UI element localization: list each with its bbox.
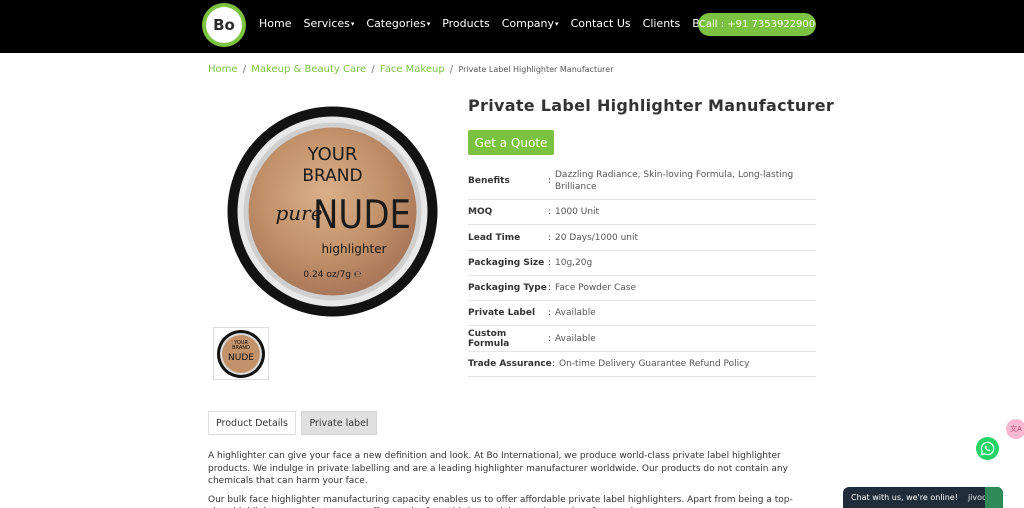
spec-value: Dazzling Radiance, Skin-loving Formula, … (555, 169, 794, 192)
translate-icon: 文A (1010, 426, 1022, 433)
spec-row: Private Label: Available (468, 301, 816, 326)
spec-colon: : (548, 232, 552, 243)
nav-item-products[interactable]: Products (442, 17, 490, 30)
spec-value: 20 Days/1000 unit (555, 232, 639, 243)
spec-value: Available (555, 333, 596, 344)
nav-item-categories[interactable]: Categories▾ (366, 17, 430, 30)
image-text-nude: NUDE (313, 192, 411, 238)
leaf-icon (216, 6, 232, 13)
spec-row: Trade Assurance: On-time Delivery Guarant… (468, 352, 816, 377)
product-thumbnail[interactable]: YOUR BRAND NUDE (213, 327, 269, 380)
nav-menu: Home Services▾ Categories▾ Products Company▾… (259, 17, 739, 30)
spec-value: Available (555, 308, 596, 318)
whatsapp-icon (980, 441, 995, 456)
chat-widget[interactable]: Chat with us, we're online! jivochat (843, 487, 1003, 508)
spec-colon: : (548, 258, 552, 268)
image-text-your: YOUR (307, 144, 358, 165)
spec-row: Custom Formula: Available (468, 326, 816, 352)
spec-label: Lead Time (468, 232, 521, 243)
nav-item-services[interactable]: Services▾ (303, 17, 354, 30)
breadcrumb-separator: / (449, 64, 454, 75)
tab-product-details[interactable]: Product Details (208, 411, 296, 435)
spec-row: Packaging Type: Face Powder Case (468, 276, 816, 301)
breadcrumb-current: Private Label Highlighter Manufacturer (458, 65, 614, 74)
thumb-text-nude: NUDE (228, 353, 254, 363)
product-image[interactable]: YOUR BRAND pure NUDE highlighter 0.24 oz… (226, 105, 439, 318)
description-paragraph: A highlighter can give your face a new d… (208, 451, 788, 486)
nav-item-label: Products (442, 17, 490, 30)
thumb-text-brand: BRAND (232, 345, 250, 351)
chat-status-indicator (985, 487, 1003, 508)
spec-colon: : (548, 333, 552, 344)
nav-item-label: Categories (366, 17, 426, 30)
spec-row: Packaging Size:10g,20g (468, 251, 816, 276)
caret-down-icon: ▾ (555, 20, 559, 28)
spec-colon: : (552, 359, 556, 369)
spec-label: Benefits (468, 175, 510, 186)
site-logo[interactable]: Bo (202, 3, 246, 47)
nav-item-home[interactable]: Home (259, 17, 291, 30)
spec-label: Custom Formula (468, 328, 510, 349)
spec-colon: : (548, 207, 552, 217)
nav-item-clients[interactable]: Clients (643, 17, 681, 30)
spec-value: 10g,20g (555, 258, 593, 268)
spec-label: Packaging Size (468, 258, 545, 268)
spec-row: Benefits: Dazzling Radiance, Skin-loving … (468, 162, 816, 200)
top-navbar: Bo Home Services▾ Categories▾ Products Compa… (0, 0, 1024, 53)
product-description: A highlighter can give your face a new d… (208, 450, 814, 508)
nav-item-label: Clients (642, 17, 681, 30)
nav-item-label: Home (259, 17, 292, 30)
image-text-weight: 0.24 oz/7g ℮ (303, 270, 361, 280)
translate-widget[interactable]: 文A (1006, 419, 1024, 439)
chat-label: Chat with us, we're online! (851, 493, 958, 502)
image-text-highlighter: highlighter (321, 242, 386, 256)
spec-label: Packaging Type (468, 283, 547, 293)
nav-item-contact-us[interactable]: Contact Us (571, 17, 631, 30)
breadcrumb-separator: / (371, 64, 375, 75)
spec-label: Trade Assurance (468, 359, 552, 369)
specs-table: Benefits: Dazzling Radiance, Skin-loving … (468, 162, 816, 377)
get-quote-button[interactable]: Get a Quote (468, 130, 554, 155)
nav-item-label: Services (303, 17, 350, 30)
tab-private-label[interactable]: Private label (301, 411, 377, 435)
spec-label: Private Label (468, 308, 536, 318)
breadcrumb-category[interactable]: Makeup & Beauty Care (251, 64, 366, 75)
nav-item-label: Contact Us (570, 17, 631, 30)
breadcrumb-subcategory[interactable]: Face Makeup (380, 64, 445, 75)
spec-label: MOQ (468, 207, 493, 217)
caret-down-icon: ▾ (426, 20, 431, 28)
spec-colon: : (548, 175, 552, 186)
whatsapp-button[interactable] (976, 437, 999, 460)
nav-item-company[interactable]: Company▾ (502, 17, 559, 30)
caret-down-icon: ▾ (350, 20, 355, 28)
call-button[interactable]: Call : +91 7353922900 (698, 13, 816, 36)
breadcrumb-home[interactable]: Home (208, 64, 238, 75)
thumbnail-image: YOUR BRAND NUDE (217, 329, 265, 378)
page-title: Private Label Highlighter Manufacturer (468, 96, 835, 115)
spec-value: Face Powder Case (555, 283, 637, 293)
breadcrumb: Home / Makeup & Beauty Care / Face Makeu… (208, 64, 613, 75)
spec-colon: : (548, 283, 552, 293)
spec-value: On-time Delivery Guarantee Refund Policy (559, 359, 750, 369)
spec-value: 1000 Unit (555, 207, 600, 217)
spec-row: Lead Time:20 Days/1000 unit (468, 225, 816, 251)
description-paragraph: Our bulk face highlighter manufacturing … (208, 494, 793, 508)
image-text-brand: BRAND (302, 166, 362, 186)
spec-colon: : (548, 308, 552, 318)
spec-row: MOQ:1000 Unit (468, 200, 816, 225)
nav-item-label: Company (501, 17, 555, 30)
breadcrumb-separator: / (242, 64, 247, 75)
